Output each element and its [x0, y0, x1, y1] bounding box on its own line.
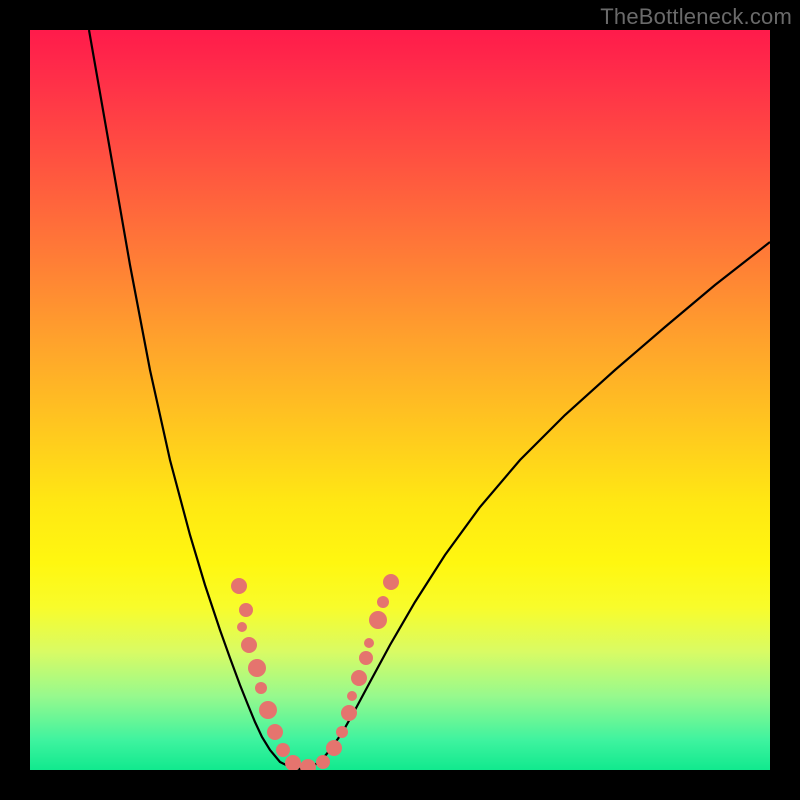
marker-group: [231, 574, 399, 770]
data-marker: [239, 603, 253, 617]
data-marker: [369, 611, 387, 629]
watermark-text: TheBottleneck.com: [600, 4, 792, 30]
data-marker: [326, 740, 342, 756]
data-marker: [383, 574, 399, 590]
data-marker: [341, 705, 357, 721]
data-marker: [259, 701, 277, 719]
data-marker: [276, 743, 290, 757]
data-marker: [359, 651, 373, 665]
bottleneck-curve: [89, 30, 770, 769]
data-marker: [347, 691, 357, 701]
data-marker: [248, 659, 266, 677]
chart-svg: [30, 30, 770, 770]
data-marker: [336, 726, 348, 738]
data-marker: [285, 755, 301, 770]
data-marker: [364, 638, 374, 648]
data-marker: [300, 759, 316, 770]
data-marker: [255, 682, 267, 694]
plot-area: [30, 30, 770, 770]
data-marker: [241, 637, 257, 653]
data-marker: [377, 596, 389, 608]
data-marker: [351, 670, 367, 686]
data-marker: [316, 755, 330, 769]
data-marker: [267, 724, 283, 740]
data-marker: [231, 578, 247, 594]
data-marker: [237, 622, 247, 632]
